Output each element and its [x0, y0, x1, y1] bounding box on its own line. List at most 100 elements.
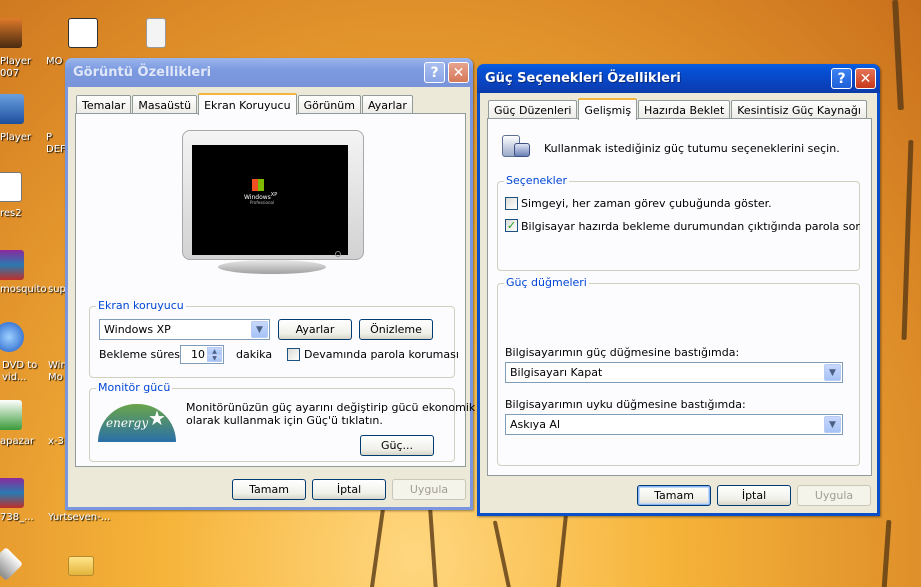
power-button-label: Bilgisayarımın güç düğmesine bastığımda:: [505, 346, 740, 359]
wheat-stalk: [492, 520, 512, 587]
close-button[interactable]: ✕: [855, 68, 876, 89]
power-button-select[interactable]: Bilgisayarı Kapat ▼: [505, 362, 843, 383]
checkmark-icon: ✓: [506, 219, 517, 232]
chevron-down-icon[interactable]: ▼: [251, 321, 268, 338]
screen-saver-group: Ekran koruyucu: [89, 299, 455, 378]
screen-saver-select[interactable]: Windows XP ▼: [99, 319, 270, 340]
tab-strip: Güç Düzenleri Gelişmiş Hazırda Beklet Ke…: [488, 97, 868, 120]
intro-text: Kullanmak istediğiniz güç tutumu seçenek…: [544, 142, 840, 155]
help-button[interactable]: ?: [831, 68, 852, 89]
ok-button[interactable]: Tamam: [637, 485, 711, 506]
desktop-icon-label[interactable]: MO: [46, 56, 63, 68]
show-icon-label: Simgeyi, her zaman görev çubuğunda göste…: [521, 197, 772, 210]
tab-appearance[interactable]: Görünüm: [297, 95, 361, 114]
tab-settings[interactable]: Ayarlar: [361, 95, 413, 114]
dvd-converter-icon[interactable]: [0, 322, 24, 352]
tab-screen-saver[interactable]: Ekran Koruyucu: [198, 93, 297, 115]
tab-themes[interactable]: Temalar: [76, 95, 132, 114]
tab-hibernate[interactable]: Hazırda Beklet: [638, 100, 731, 119]
tab-strip: Temalar Masaüstü Ekran Koruyucu Görünüm …: [76, 92, 414, 115]
sleep-button-value: Askıya Al: [510, 418, 561, 431]
chevron-down-icon[interactable]: ▼: [824, 416, 841, 433]
desktop-icon-label[interactable]: apazar: [0, 436, 34, 448]
desktop-icon-label[interactable]: mosquito: [0, 284, 47, 296]
options-group-label: Seçenekler: [504, 174, 570, 187]
screen-saver-group-label: Ekran koruyucu: [96, 299, 186, 312]
advanced-panel: Kullanmak istediğiniz güç tutumu seçenek…: [487, 118, 872, 476]
password-protect-label: Devamında parola koruması: [304, 348, 459, 361]
screen-saver-panel: WindowsXP Professional Ekran koruyucu Wi…: [75, 113, 475, 467]
wait-spinner[interactable]: 10 ▲ ▼: [180, 345, 224, 364]
wait-label: Bekleme süresi:: [99, 348, 187, 361]
settings-button[interactable]: Ayarlar: [278, 319, 352, 340]
close-button[interactable]: ✕: [448, 62, 469, 83]
desktop-icon-label[interactable]: Player: [0, 132, 31, 144]
monitor-preview: WindowsXP Professional: [182, 130, 364, 260]
desktop-icon-label[interactable]: P DEF: [46, 132, 66, 156]
wheat-stalk: [901, 139, 914, 341]
window-title: Görüntü Özellikleri: [73, 65, 212, 80]
password-protect-checkbox[interactable]: [287, 348, 300, 361]
wheat-stalk: [556, 514, 568, 587]
app-icon[interactable]: [0, 547, 23, 581]
monitor-power-text-1: Monitörünüzün güç ayarını değiştirip güc…: [186, 401, 476, 414]
display-properties-titlebar[interactable]: Görüntü Özellikleri ? ✕: [65, 58, 473, 87]
image-file-icon[interactable]: [0, 172, 22, 202]
display-properties-window: Görüntü Özellikleri ? ✕ Temalar Masaüstü…: [65, 58, 475, 510]
folder-icon[interactable]: [68, 556, 94, 576]
desktop-icon-label[interactable]: Player 007: [0, 56, 31, 80]
cancel-button[interactable]: İptal: [312, 479, 386, 500]
text-file-icon[interactable]: [146, 18, 166, 48]
desktop-icon-label[interactable]: 738_...: [0, 512, 34, 524]
apply-button[interactable]: Uygula: [392, 479, 466, 500]
monitor-power-text-2: olarak kullanmak için Güç'ü tıklatın.: [186, 414, 383, 427]
sleep-button-label: Bilgisayarımın uyku düğmesine bastığımda…: [505, 398, 746, 411]
power-options-titlebar[interactable]: Güç Seçenekleri Özellikleri ? ✕: [477, 64, 880, 93]
close-icon: ✕: [859, 70, 872, 87]
window-title: Güç Seçenekleri Özellikleri: [485, 71, 681, 86]
windows-logo-icon: [252, 179, 264, 191]
cancel-button[interactable]: İptal: [717, 485, 791, 506]
desktop-icon-label[interactable]: Yurtseven-...: [48, 512, 110, 524]
winrar-archive-icon[interactable]: [0, 250, 24, 280]
wait-unit: dakika: [236, 348, 273, 361]
desktop-icon-label[interactable]: Win Mo: [48, 360, 67, 384]
tab-advanced[interactable]: Gelişmiş: [578, 98, 638, 120]
apply-button[interactable]: Uygula: [797, 485, 871, 506]
power-plug-icon: [502, 131, 532, 161]
power-button-value: Bilgisayarı Kapat: [510, 366, 603, 379]
desktop-icon-label[interactable]: DVD to vid...: [2, 360, 37, 384]
preview-screen: WindowsXP Professional: [192, 145, 348, 255]
winrar-archive-icon[interactable]: [0, 478, 24, 508]
excel-file-icon[interactable]: [0, 400, 22, 430]
power-buttons-group-label: Güç düğmeleri: [504, 276, 589, 289]
wait-value: 10: [191, 348, 205, 361]
star-icon: ★: [148, 406, 166, 430]
screen-saver-value: Windows XP: [104, 323, 171, 336]
player-icon[interactable]: [0, 94, 24, 124]
preview-button[interactable]: Önizleme: [359, 319, 433, 340]
desktop-icon-label[interactable]: res2: [0, 208, 22, 220]
energy-logo-text: energy: [106, 416, 149, 430]
power-options-window: Güç Seçenekleri Özellikleri ? ✕ Güç Düze…: [477, 64, 880, 516]
ok-button[interactable]: Tamam: [232, 479, 306, 500]
prompt-password-checkbox[interactable]: ✓: [505, 219, 518, 232]
desktop-icon-label[interactable]: sup: [48, 284, 66, 296]
wheat-stalk: [881, 519, 892, 587]
tab-desktop[interactable]: Masaüstü: [132, 95, 198, 114]
help-button[interactable]: ?: [424, 62, 445, 83]
chevron-down-icon[interactable]: ▼: [824, 364, 841, 381]
document-icon[interactable]: [68, 18, 98, 48]
monitor-power-group-label: Monitör gücü: [96, 381, 173, 394]
tab-power-schemes[interactable]: Güç Düzenleri: [488, 100, 578, 119]
media-player-icon[interactable]: [0, 18, 22, 48]
show-icon-checkbox[interactable]: [505, 197, 518, 210]
sleep-button-select[interactable]: Askıya Al ▼: [505, 414, 843, 435]
preview-edition: Professional: [250, 200, 275, 205]
prompt-password-label: Bilgisayar hazırda bekleme durumundan çı…: [521, 220, 860, 233]
desktop-icon-label[interactable]: x-3: [48, 436, 64, 448]
monitor-stand: [218, 260, 326, 274]
spin-down-icon[interactable]: ▼: [207, 354, 222, 362]
tab-ups[interactable]: Kesintisiz Güç Kaynağı: [731, 100, 867, 119]
power-button[interactable]: Güç...: [360, 435, 434, 456]
